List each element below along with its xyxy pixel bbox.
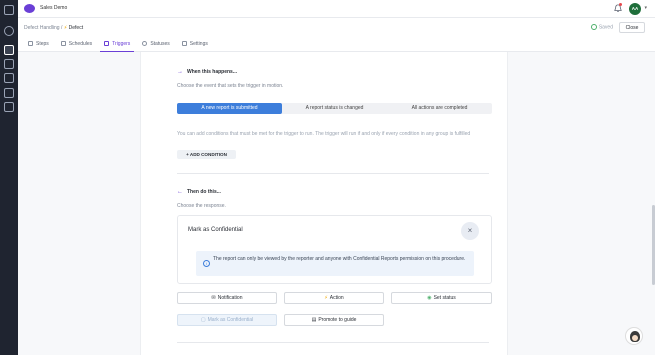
info-icon: i <box>203 260 210 267</box>
topbar: Sales Demo AA ▾ <box>18 0 655 18</box>
avatar[interactable]: AA <box>629 3 641 15</box>
sliders-icon <box>181 41 187 46</box>
saved-status: Saved <box>590 24 613 31</box>
set-status-button[interactable]: ◉ Set status <box>391 292 492 304</box>
event-option-new-report[interactable]: A new report is submitted <box>177 103 282 114</box>
steps-icon <box>28 41 33 46</box>
divider <box>177 173 489 174</box>
when-title-text: When this happens... <box>187 69 238 75</box>
mark-confidential-label: Mark as Confidential <box>207 317 254 323</box>
tab-label: Settings <box>189 41 208 47</box>
assistant-face <box>632 335 638 341</box>
check-circle-icon: ◉ <box>427 295 432 301</box>
sidebar <box>0 0 18 355</box>
then-section-title: ← Then do this... <box>177 189 221 195</box>
conditions-help: You can add conditions that must be met … <box>177 131 471 137</box>
tab-label: Schedules <box>68 41 93 47</box>
response-card: Mark as Confidential × i The report can … <box>177 215 492 284</box>
mark-confidential-button[interactable]: ▢ Mark as Confidential <box>177 314 277 326</box>
chevron-down-icon[interactable]: ▾ <box>644 5 647 11</box>
tab-settings[interactable]: Settings <box>176 41 214 50</box>
add-condition-button[interactable]: + ADD CONDITION <box>177 150 236 159</box>
notification-label: Notification <box>217 295 243 301</box>
breadcrumb-parent[interactable]: Defect Handling <box>24 25 60 31</box>
saved-label: Saved <box>598 24 613 31</box>
divider <box>177 342 489 343</box>
arrows-icon <box>104 41 110 46</box>
wrench-icon[interactable] <box>4 45 14 55</box>
event-option-actions-completed[interactable]: All actions are completed <box>387 103 492 114</box>
tab-label: Statuses <box>150 41 170 47</box>
app-logo-icon <box>24 4 35 13</box>
panel-icon[interactable] <box>4 5 14 15</box>
tab-label: Triggers <box>112 41 131 47</box>
when-description: Choose the event that sets the trigger i… <box>177 83 284 89</box>
guide-icon: ▤ <box>311 317 317 323</box>
mail-icon: ✉ <box>211 295 216 301</box>
page-header: Defect Handling / ⚡ Defect Saved Close S… <box>18 18 655 52</box>
tab-steps[interactable]: Steps <box>22 41 55 50</box>
calendar-icon <box>60 41 66 46</box>
arrow-right-icon: → <box>177 69 183 75</box>
breadcrumb-current: Defect <box>68 25 84 31</box>
tab-statuses[interactable]: Statuses <box>136 41 175 50</box>
check-circle-icon <box>590 24 597 30</box>
then-title-text: Then do this... <box>187 189 221 195</box>
add-condition-label: ADD CONDITION <box>189 152 227 157</box>
document-icon[interactable] <box>4 102 14 112</box>
users-icon[interactable] <box>4 73 14 83</box>
notification-button[interactable]: ✉ Notification <box>177 292 277 304</box>
app-name[interactable]: Sales Demo <box>40 5 67 11</box>
action-label: Action <box>329 295 344 301</box>
when-section-title: → When this happens... <box>177 69 237 75</box>
event-option-status-changed[interactable]: A report status is changed <box>282 103 387 114</box>
then-description: Choose the response. <box>177 203 226 209</box>
notification-badge <box>619 3 622 6</box>
status-circle-icon <box>142 41 148 46</box>
chart-icon[interactable] <box>4 59 14 69</box>
info-box: i The report can only be viewed by the r… <box>196 251 474 276</box>
help-assistant-avatar[interactable] <box>625 327 643 345</box>
assistant-hair <box>630 331 640 342</box>
tab-label: Steps <box>36 41 49 47</box>
close-icon[interactable]: × <box>461 222 479 240</box>
set-status-label: Set status <box>433 295 456 301</box>
arrow-left-icon: ← <box>177 189 183 195</box>
procedure-tabs: Steps Schedules Triggers Statuses Settin… <box>22 41 214 52</box>
promote-guide-label: Promote to guide <box>318 317 357 323</box>
lock-icon: ▢ <box>200 317 206 323</box>
lightning-icon: ⚡ <box>63 25 68 31</box>
promote-guide-button[interactable]: ▤ Promote to guide <box>284 314 384 326</box>
event-selector: A new report is submitted A report statu… <box>177 103 492 114</box>
breadcrumb-separator: / <box>60 25 63 31</box>
close-button[interactable]: Close <box>619 22 645 33</box>
lightning-icon: ⚡ <box>324 295 328 301</box>
tab-triggers[interactable]: Triggers <box>98 41 136 52</box>
response-title: Mark as Confidential <box>188 227 243 233</box>
breadcrumb: Defect Handling / ⚡ Defect <box>24 25 83 31</box>
tab-schedules[interactable]: Schedules <box>55 41 98 50</box>
info-text: The report can only be viewed by the rep… <box>213 256 466 262</box>
book-icon[interactable] <box>4 88 14 98</box>
action-button[interactable]: ⚡ Action <box>284 292 384 304</box>
search-icon[interactable] <box>4 26 14 36</box>
trigger-editor: → When this happens... Choose the event t… <box>140 52 508 355</box>
